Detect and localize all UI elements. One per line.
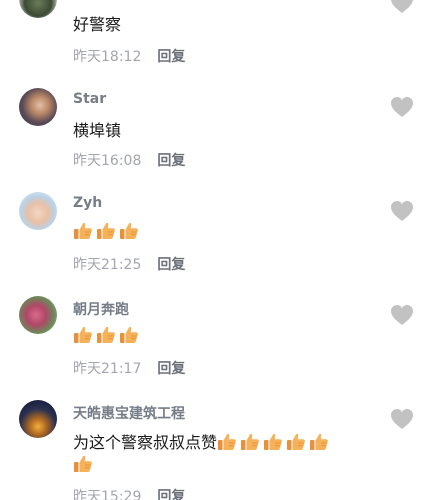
avatar[interactable] bbox=[19, 88, 57, 126]
comment-author[interactable]: 天皓惠宝建筑工程 bbox=[73, 403, 185, 423]
avatar[interactable] bbox=[19, 192, 57, 230]
comment-meta: 昨天21:17 回复 bbox=[73, 358, 185, 378]
comment-text: 好警察 bbox=[73, 15, 122, 34]
comment-list: 好警察 昨天18:12 回复 Star 横埠镇 昨天16:08 回复 Zyh 昨天2… bbox=[0, 0, 431, 500]
avatar[interactable] bbox=[19, 0, 57, 18]
comment-text bbox=[73, 325, 142, 345]
comment-item: 朝月奔跑 昨天21:17 回复 bbox=[0, 294, 431, 394]
heart-icon[interactable] bbox=[390, 304, 414, 326]
comment-text: 横埠镇 bbox=[73, 121, 122, 140]
comment-item: Zyh 昨天21:25 回复 bbox=[0, 190, 431, 290]
heart-icon[interactable] bbox=[390, 0, 414, 14]
thumbs-up-emoji bbox=[309, 432, 329, 452]
comment-author[interactable]: 朝月奔跑 bbox=[73, 299, 129, 319]
comment-text-content: 为这个警察叔叔点赞 bbox=[73, 433, 218, 452]
comment-meta: 昨天18:12 回复 bbox=[73, 46, 185, 66]
reply-button[interactable]: 回复 bbox=[157, 489, 185, 500]
reply-button[interactable]: 回复 bbox=[157, 257, 185, 273]
comment-time: 昨天18:12 bbox=[73, 49, 142, 65]
thumbs-up-emoji bbox=[217, 432, 237, 452]
comment-time: 昨天21:25 bbox=[73, 257, 142, 273]
heart-icon[interactable] bbox=[390, 96, 414, 118]
comment-item: 好警察 昨天18:12 回复 bbox=[0, 0, 431, 80]
comment-text: 为这个警察叔叔点赞 bbox=[73, 429, 332, 453]
avatar[interactable] bbox=[19, 296, 57, 334]
comment-item: 天皓惠宝建筑工程 为这个警察叔叔点赞 昨天15:29 回复 bbox=[0, 398, 431, 500]
heart-icon[interactable] bbox=[390, 200, 414, 222]
thumbs-up-emoji bbox=[96, 221, 116, 241]
thumbs-up-emoji bbox=[240, 432, 260, 452]
thumbs-up-emoji bbox=[96, 325, 116, 345]
reply-button[interactable]: 回复 bbox=[157, 49, 185, 65]
comment-meta: 昨天16:08 回复 bbox=[73, 150, 185, 170]
comment-item: Star 横埠镇 昨天16:08 回复 bbox=[0, 86, 431, 186]
thumbs-up-emoji bbox=[286, 432, 306, 452]
comment-time: 昨天16:08 bbox=[73, 153, 142, 169]
comment-meta: 昨天15:29 回复 bbox=[73, 486, 185, 500]
thumbs-up-emoji bbox=[73, 454, 93, 474]
comment-text bbox=[73, 221, 142, 241]
reply-button[interactable]: 回复 bbox=[157, 153, 185, 169]
thumbs-up-emoji bbox=[263, 432, 283, 452]
comment-time: 昨天15:29 bbox=[73, 489, 142, 500]
thumbs-up-emoji bbox=[73, 221, 93, 241]
comment-meta: 昨天21:25 回复 bbox=[73, 254, 185, 274]
thumbs-up-emoji bbox=[119, 325, 139, 345]
reply-button[interactable]: 回复 bbox=[157, 361, 185, 377]
thumbs-up-emoji bbox=[73, 325, 93, 345]
avatar[interactable] bbox=[19, 400, 57, 438]
comment-text-wrap bbox=[73, 454, 96, 474]
comment-author[interactable]: Star bbox=[73, 91, 106, 107]
thumbs-up-emoji bbox=[119, 221, 139, 241]
heart-icon[interactable] bbox=[390, 408, 414, 430]
comment-time: 昨天21:17 bbox=[73, 361, 142, 377]
comment-author[interactable]: Zyh bbox=[73, 195, 102, 211]
